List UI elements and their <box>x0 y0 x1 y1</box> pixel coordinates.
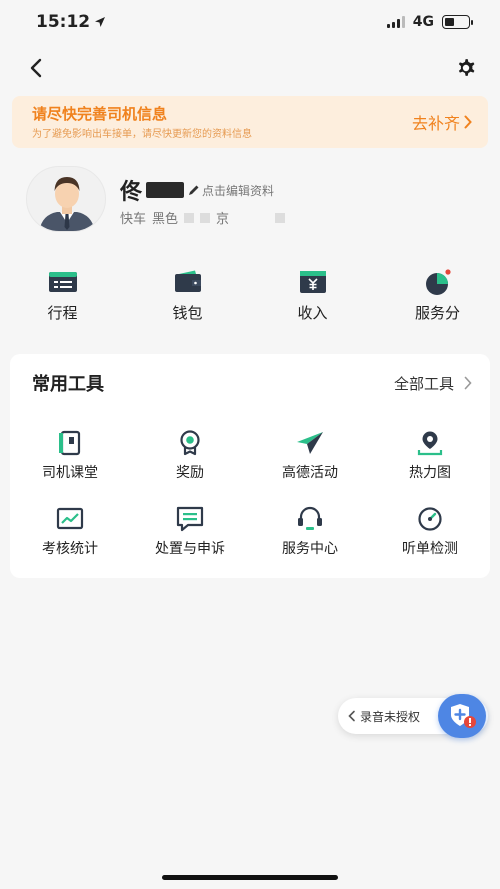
chevron-right-icon <box>464 115 472 129</box>
quick-action-label: 行程 <box>47 304 78 322</box>
stats-icon <box>56 506 84 532</box>
wallet-icon <box>172 268 204 296</box>
quick-action-wallet[interactable]: 钱包 <box>125 268 250 328</box>
redacted-info <box>275 212 286 223</box>
tool-label: 奖励 <box>176 465 204 481</box>
edit-profile-label: 点击编辑资料 <box>202 183 275 198</box>
driver-avatar-image <box>27 167 105 231</box>
quick-action-trip[interactable]: 行程 <box>0 268 125 328</box>
tools-title: 常用工具 <box>32 374 104 395</box>
back-button[interactable] <box>22 54 50 82</box>
signal-icon <box>386 16 405 28</box>
tool-appeal[interactable]: 处置与申诉 <box>130 506 250 558</box>
quick-action-label: 收入 <box>297 304 328 322</box>
classroom-icon <box>56 430 84 456</box>
location-arrow-icon <box>95 17 106 27</box>
redacted-info <box>184 212 195 223</box>
banner-action-label: 去补齐 <box>411 114 460 133</box>
home-indicator[interactable] <box>162 875 338 880</box>
quick-action-service-score[interactable]: 服务分 <box>375 268 500 328</box>
service-score-icon <box>422 268 454 296</box>
tool-label: 听单检测 <box>402 541 458 557</box>
network-type: 4G <box>412 14 434 30</box>
redacted-info <box>200 212 211 223</box>
tool-label: 处置与申诉 <box>155 541 225 557</box>
activity-icon <box>296 430 324 456</box>
all-tools-label: 全部工具 <box>393 374 454 393</box>
trip-icon <box>47 268 79 296</box>
edit-profile-link[interactable]: 点击编辑资料 <box>188 182 274 199</box>
tool-label: 考核统计 <box>42 541 98 557</box>
gear-icon <box>458 59 475 76</box>
tool-label: 高德活动 <box>282 465 338 481</box>
tool-driver-classroom[interactable]: 司机课堂 <box>10 430 130 482</box>
car-color: 黑色 <box>152 212 179 227</box>
quick-action-label: 钱包 <box>172 304 203 322</box>
recording-shield-button[interactable] <box>438 694 486 738</box>
reward-icon <box>176 430 204 456</box>
quick-action-label: 服务分 <box>414 304 460 322</box>
recording-status-label: 录音未授权 <box>360 709 421 724</box>
status-indicators: 4G <box>386 14 473 30</box>
chevron-right-icon <box>464 376 472 390</box>
driver-name: 佟 点击编辑资料 <box>120 174 274 206</box>
tool-label: 司机课堂 <box>42 465 98 481</box>
income-icon <box>297 268 329 296</box>
tools-header: 常用工具 全部工具 <box>32 370 472 396</box>
heatmap-icon <box>416 430 444 456</box>
driver-name-text: 佟 <box>120 180 143 205</box>
all-tools-link[interactable]: 全部工具 <box>394 373 472 394</box>
banner-action-button[interactable]: 去补齐 <box>412 110 472 134</box>
tool-amap-activity[interactable]: 高德活动 <box>250 430 370 482</box>
name-redaction <box>146 182 185 198</box>
tool-order-check[interactable]: 听单检测 <box>370 506 490 558</box>
common-tools-card: 常用工具 全部工具 司机课堂 奖励 高德活动 热力图 考核统计 处置与申诉 服务… <box>10 354 490 578</box>
nav-bar <box>0 48 500 88</box>
car-type: 快车 <box>120 212 147 227</box>
tools-grid: 司机课堂 奖励 高德活动 热力图 考核统计 处置与申诉 服务中心 听单检测 <box>10 430 490 558</box>
pencil-icon <box>189 185 199 195</box>
chevron-left-icon <box>348 710 355 722</box>
avatar[interactable] <box>26 166 106 232</box>
complete-info-banner[interactable]: 请尽快完善司机信息 为了避免影响出车接单，请尽快更新您的资料信息 去补齐 <box>12 96 488 148</box>
banner-title: 请尽快完善司机信息 <box>32 104 168 123</box>
banner-subtitle: 为了避免影响出车接单，请尽快更新您的资料信息 <box>32 128 252 140</box>
shield-alert-icon <box>451 704 476 728</box>
settings-button[interactable] <box>452 54 480 82</box>
status-time-text: 15:12 <box>36 12 91 32</box>
appeal-icon <box>176 506 204 532</box>
battery-icon <box>442 15 473 29</box>
tool-reward[interactable]: 奖励 <box>130 430 250 482</box>
tool-assessment-stats[interactable]: 考核统计 <box>10 506 130 558</box>
tool-service-center[interactable]: 服务中心 <box>250 506 370 558</box>
status-bar: 15:12 4G <box>0 0 500 44</box>
chevron-left-icon <box>30 58 42 78</box>
tool-label: 热力图 <box>409 465 451 481</box>
quick-actions: 行程 钱包 收入 服务分 <box>0 268 500 328</box>
driver-profile[interactable]: 佟 点击编辑资料 快车 黑色 京 <box>26 166 476 236</box>
plate-prefix: 京 <box>216 212 230 227</box>
quick-action-income[interactable]: 收入 <box>250 268 375 328</box>
status-time: 15:12 <box>36 12 106 32</box>
banner-text: 请尽快完善司机信息 为了避免影响出车接单，请尽快更新您的资料信息 <box>32 105 252 140</box>
car-info: 快车 黑色 京 <box>120 208 286 227</box>
service-center-icon <box>296 506 324 532</box>
order-check-icon <box>416 506 444 532</box>
tool-label: 服务中心 <box>282 541 338 557</box>
tool-heatmap[interactable]: 热力图 <box>370 430 490 482</box>
